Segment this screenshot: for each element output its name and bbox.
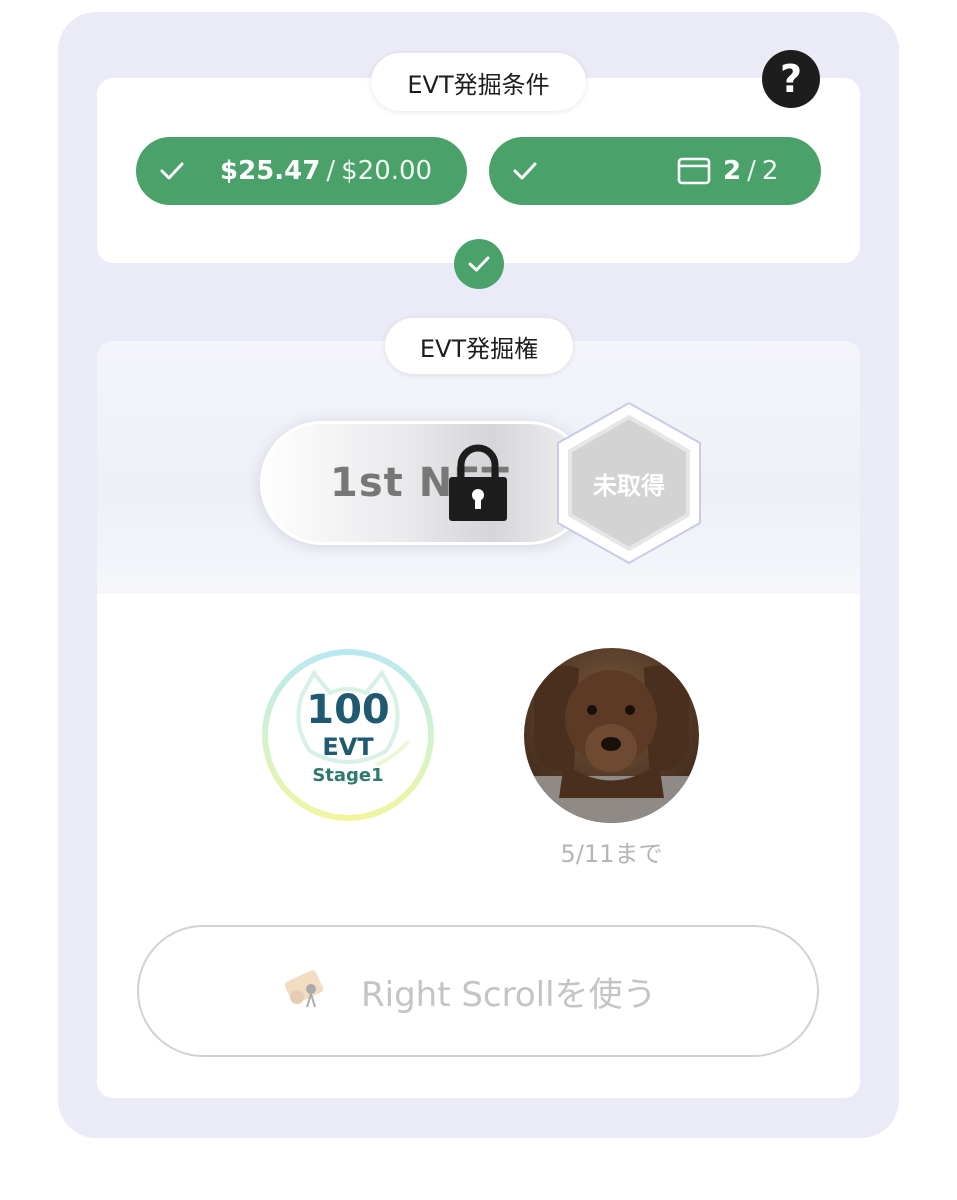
use-right-scroll-label: Right Scrollを使う xyxy=(361,974,657,1015)
evt-unit: EVT xyxy=(322,733,374,761)
lock-icon xyxy=(449,444,507,521)
scroll-icon xyxy=(284,970,324,1008)
check-icon xyxy=(160,162,184,180)
use-right-scroll-button[interactable]: Right Scrollを使う xyxy=(137,925,819,1057)
check-icon xyxy=(513,162,537,180)
usd-condition-chip: $25.47 / $20.00 xyxy=(136,137,467,205)
nft-pill: 1st NFT xyxy=(260,421,590,545)
conditions-title: EVT発掘条件 xyxy=(371,53,586,111)
usd-separator: / xyxy=(326,156,336,186)
question-icon: ? xyxy=(779,57,803,101)
help-button[interactable]: ? xyxy=(762,50,820,108)
count-current: 2 xyxy=(723,156,742,186)
count-required: 2 xyxy=(761,156,779,186)
dog-avatar xyxy=(524,648,699,823)
check-icon xyxy=(468,256,490,272)
status-badge-label: 未取得 xyxy=(593,471,665,500)
usd-current: $25.47 xyxy=(220,156,321,186)
evt-amount: 100 xyxy=(306,687,390,733)
deadline-label: 5/11まで xyxy=(560,840,663,868)
count-condition-chip: 2 / 2 xyxy=(489,137,821,205)
evt-reward-badge: 100 EVT Stage1 xyxy=(262,649,434,821)
usd-required: $20.00 xyxy=(341,156,433,186)
nft-banner: 1st NFT 未取得 xyxy=(97,341,860,594)
count-separator: / xyxy=(747,156,756,186)
card-icon xyxy=(677,157,711,185)
rights-title: EVT発掘権 xyxy=(385,318,573,374)
conditions-met-indicator xyxy=(454,239,504,289)
dog-photo xyxy=(524,648,699,823)
evt-stage: Stage1 xyxy=(312,765,384,786)
